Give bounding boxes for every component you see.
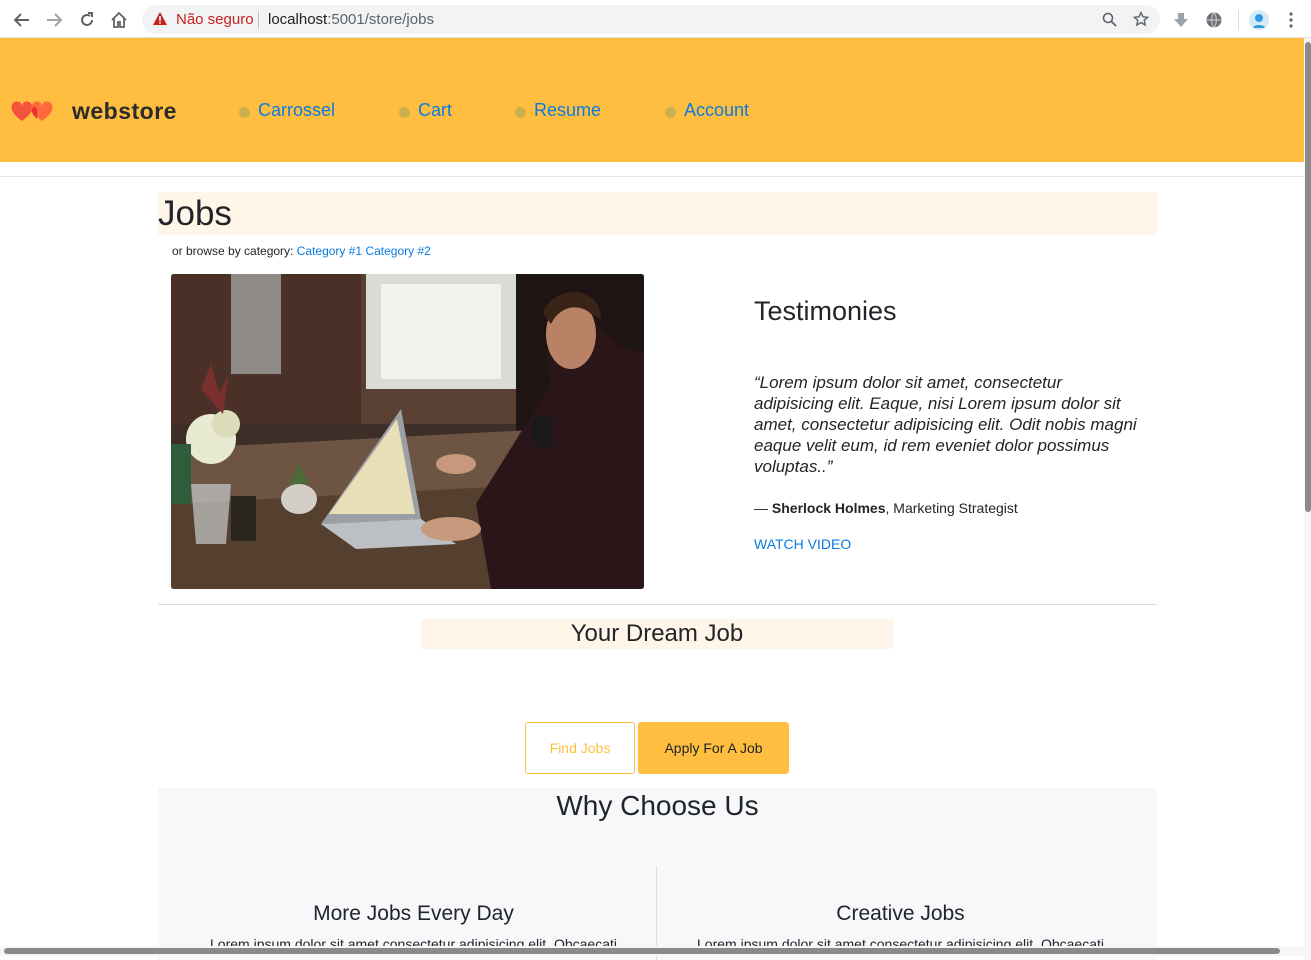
nav-bullet-icon	[665, 106, 676, 118]
nav-link-label: Carrossel	[258, 100, 336, 120]
horizontal-scrollbar[interactable]	[0, 946, 1304, 956]
jobs-title-bar: Jobs	[158, 192, 1157, 235]
header-divider	[0, 176, 1304, 177]
logo[interactable]: webstore	[10, 98, 177, 124]
address-bar[interactable]: Não seguro localhost:5001/store/jobs	[142, 5, 1160, 34]
category-link-2[interactable]: Category #2	[365, 244, 430, 258]
browse-prefix: or browse by category:	[172, 244, 294, 258]
more-vertical-icon	[1289, 12, 1293, 28]
home-button[interactable]	[108, 9, 130, 31]
nav-link-account[interactable]: Account	[665, 100, 749, 121]
logo-text: webstore	[72, 97, 177, 124]
feature-title-more-jobs: More Jobs Every Day	[313, 902, 514, 925]
dream-job-bar: Your Dream Job	[421, 619, 893, 649]
testimonial-quote: “Lorem ipsum dolor sit amet, consectetur…	[754, 373, 1137, 476]
nav-link-label: Account	[684, 100, 750, 120]
profile-button[interactable]	[1248, 9, 1270, 31]
feature-title-creative-jobs: Creative Jobs	[836, 902, 965, 925]
globe-icon	[1206, 12, 1222, 28]
home-icon	[111, 11, 127, 28]
section-divider	[158, 604, 1157, 605]
download-arrow-icon	[1174, 13, 1188, 27]
nav-link-carrossel[interactable]: Carrossel	[239, 100, 335, 121]
category-link-1[interactable]: Category #1	[297, 244, 362, 258]
author-dash: —	[754, 500, 772, 516]
hearts-logo-icon	[11, 101, 53, 121]
dream-job-title: Your Dream Job	[570, 620, 744, 647]
nav-bullet-icon	[515, 106, 526, 118]
site-header: webstore Carrossel Cart Resume Account	[0, 38, 1304, 162]
nav-bullet-icon	[399, 106, 410, 118]
menu-button[interactable]	[1280, 9, 1302, 31]
back-button[interactable]	[11, 9, 33, 31]
apply-job-button[interactable]: Apply For A Job	[638, 722, 789, 774]
testimonial-author: — Sherlock Holmes, Marketing Strategist	[754, 500, 1018, 516]
page-title: Jobs	[158, 194, 232, 233]
forward-button[interactable]	[43, 9, 65, 31]
arrow-right-icon	[47, 13, 62, 27]
zoom-icon[interactable]	[1102, 12, 1117, 27]
reload-icon	[81, 12, 93, 26]
why-choose-us-title: Why Choose Us	[556, 790, 759, 821]
vertical-scroll-thumb[interactable]	[1305, 42, 1311, 512]
vertical-scrollbar[interactable]	[1304, 38, 1311, 960]
download-extension[interactable]	[1170, 9, 1192, 31]
url-host: localhost	[268, 11, 328, 28]
why-choose-us-section: Why Choose Us More Jobs Every Day Lorem …	[158, 788, 1157, 960]
nav-link-label: Resume	[534, 100, 602, 120]
category-browse: or browse by category: Category #1 Categ…	[172, 244, 431, 258]
author-role: , Marketing Strategist	[885, 500, 1018, 516]
reload-button[interactable]	[76, 9, 98, 31]
star-icon[interactable]	[1133, 11, 1149, 27]
globe-extension[interactable]	[1203, 9, 1225, 31]
browser-toolbar: Não seguro localhost:5001/store/jobs	[0, 0, 1311, 38]
url-path: :5001/store/jobs	[327, 11, 434, 28]
horizontal-scroll-thumb[interactable]	[4, 948, 1280, 954]
security-status[interactable]: Não seguro	[176, 11, 254, 28]
arrow-left-icon	[14, 13, 29, 27]
hero-photo	[171, 274, 644, 589]
warning-icon	[153, 12, 167, 25]
watch-video-link[interactable]: WATCH VIDEO	[754, 536, 851, 552]
avatar-icon	[1249, 10, 1269, 30]
nav-link-label: Cart	[418, 100, 453, 120]
nav-link-cart[interactable]: Cart	[399, 100, 452, 121]
nav-bullet-icon	[239, 106, 250, 118]
address-separator	[258, 11, 259, 29]
author-name: Sherlock Holmes	[771, 500, 886, 516]
find-jobs-button[interactable]: Find Jobs	[525, 722, 635, 774]
url-text[interactable]: localhost:5001/store/jobs	[268, 11, 434, 28]
toolbar-divider	[1238, 10, 1239, 30]
testimonies-title: Testimonies	[754, 296, 897, 326]
nav-link-resume[interactable]: Resume	[515, 100, 601, 121]
